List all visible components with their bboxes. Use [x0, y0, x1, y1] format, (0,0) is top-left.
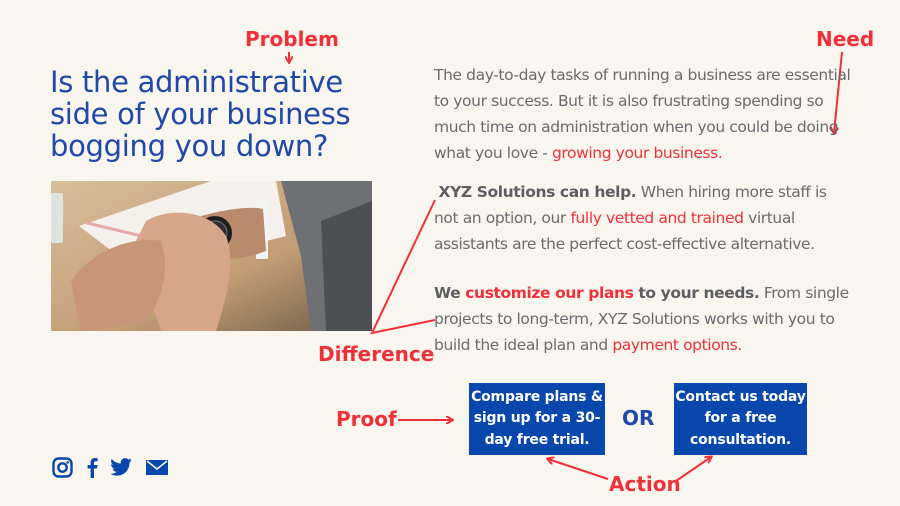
customize-bold-b: to your needs.: [633, 284, 760, 302]
compare-plans-label: Compare plans & sign up for a 30-day fre…: [471, 388, 603, 448]
compare-plans-button[interactable]: Compare plans & sign up for a 30-day fre…: [469, 383, 605, 455]
help-bold: XYZ Solutions can help.: [438, 183, 637, 201]
hero-photo: [51, 181, 372, 331]
intro-highlight: growing your business.: [551, 144, 723, 162]
action-arrow-right: [675, 457, 711, 482]
customize-highlight: payment options.: [612, 336, 742, 354]
customize-bold-a: We: [434, 284, 466, 302]
photo-illustration: [51, 181, 372, 331]
facebook-icon[interactable]: [85, 456, 99, 478]
customize-highlight-bold: customize our plans: [465, 284, 634, 302]
contact-us-label: Contact us today for a free consultation…: [675, 388, 806, 448]
or-separator: OR: [622, 406, 655, 430]
intro-paragraph: The day-to-day tasks of running a busine…: [434, 62, 854, 166]
contact-us-button[interactable]: Contact us today for a free consultation…: [674, 383, 807, 455]
customize-paragraph: We customize our plans to your needs. Fr…: [434, 280, 854, 358]
difference-lines: [370, 199, 436, 335]
help-paragraph: XYZ Solutions can help. When hiring more…: [434, 179, 854, 257]
email-icon[interactable]: [145, 456, 168, 478]
twitter-icon[interactable]: [110, 456, 132, 478]
instagram-icon[interactable]: [51, 456, 73, 478]
action-arrow-left: [548, 459, 609, 480]
help-highlight: fully vetted and trained: [570, 209, 744, 227]
